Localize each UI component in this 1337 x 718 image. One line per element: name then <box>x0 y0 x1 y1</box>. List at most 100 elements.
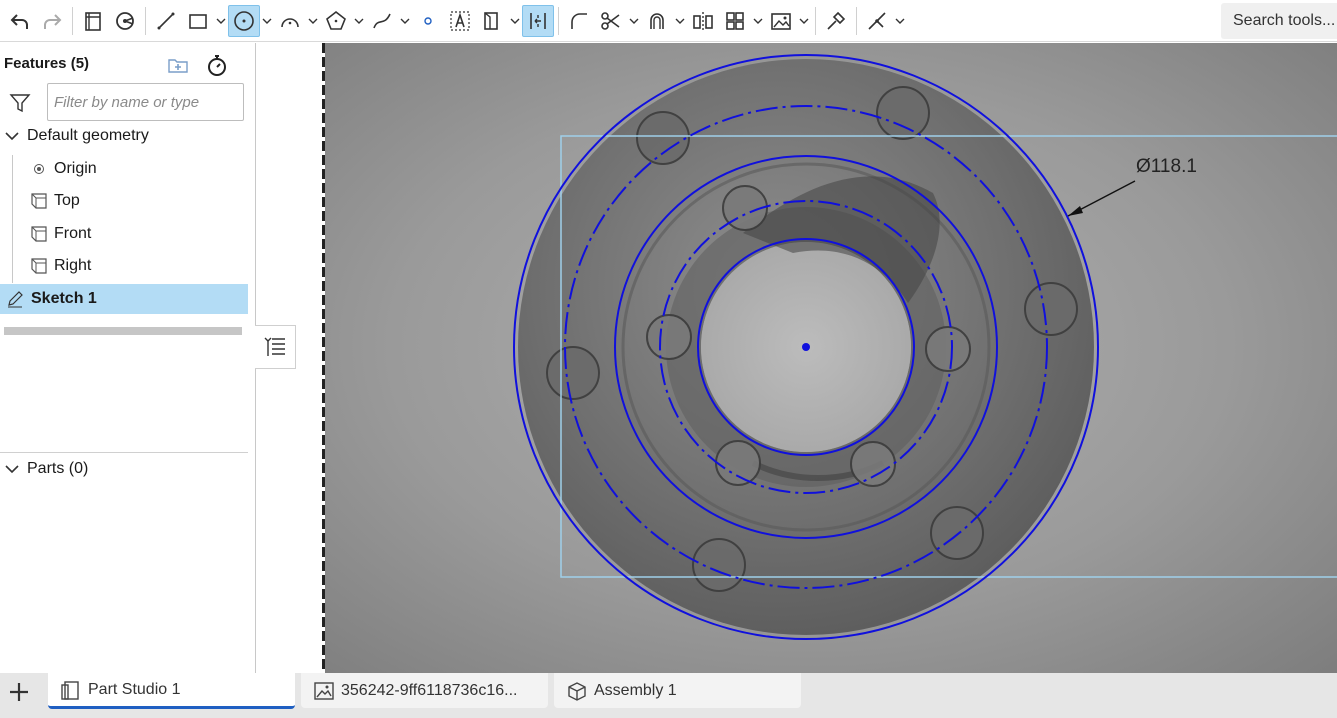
toggle-panel-button[interactable] <box>255 325 296 369</box>
center-point[interactable] <box>802 343 810 351</box>
arc-tool-button[interactable] <box>274 5 306 37</box>
chevron-down-icon <box>5 465 19 474</box>
insert-image-button[interactable] <box>765 5 797 37</box>
chevron-down-icon <box>753 18 763 24</box>
chevron-down-icon <box>354 18 364 24</box>
tree-item-origin[interactable]: Origin <box>32 154 97 184</box>
filter-icon[interactable] <box>8 91 32 115</box>
chevron-down-icon <box>675 18 685 24</box>
fillet-tool-button[interactable] <box>563 5 595 37</box>
tab-label: Assembly 1 <box>594 681 677 699</box>
variable-icon <box>116 11 134 30</box>
chevron-down-icon <box>216 18 226 24</box>
chevron-down-icon <box>629 18 639 24</box>
transform-tool-button[interactable] <box>820 5 852 37</box>
viewport-border <box>322 43 325 673</box>
rectangle-options-dropdown[interactable] <box>214 5 228 37</box>
graphics-viewport[interactable]: Ø118.1 <box>323 43 1337 673</box>
circle-tool-button[interactable] <box>228 4 260 37</box>
origin-icon <box>34 164 44 174</box>
text-icon <box>450 10 470 31</box>
onshape-window: Search tools... Features (5) Default geo… <box>0 0 1337 718</box>
feature-list-button[interactable] <box>77 5 109 37</box>
offset-tool-button[interactable] <box>641 5 673 37</box>
constraint-tool-button[interactable] <box>861 5 893 37</box>
chevron-down-icon <box>895 18 905 24</box>
chevron-down-icon <box>5 132 19 141</box>
rollback-bar[interactable] <box>4 327 242 335</box>
tree-guide-line <box>12 155 13 283</box>
construction-icon <box>484 11 498 30</box>
image-icon <box>771 12 791 30</box>
image-icon <box>314 681 334 700</box>
text-tool-button[interactable] <box>444 5 476 37</box>
rectangle-tool-button[interactable] <box>182 5 214 37</box>
tree-item-label: Right <box>54 257 92 274</box>
dimension-label[interactable]: Ø118.1 <box>1136 156 1197 177</box>
tree-item-right[interactable]: Right <box>30 251 91 281</box>
plus-icon <box>10 683 28 701</box>
transform-icon <box>827 11 846 30</box>
chevron-down-icon <box>400 18 410 24</box>
scissors-icon <box>601 11 620 30</box>
dimension-icon <box>530 12 546 29</box>
part-studio-icon <box>61 680 79 700</box>
constraint-options-dropdown[interactable] <box>893 5 907 37</box>
dimension-tool-button[interactable] <box>522 4 554 37</box>
tab-image[interactable]: 356242-9ff6118736c16... <box>301 673 548 708</box>
assembly-icon <box>568 681 586 701</box>
pattern-options-dropdown[interactable] <box>751 5 765 37</box>
tree-item-label: Top <box>54 192 80 209</box>
redo-button[interactable] <box>36 5 68 37</box>
add-tab-button[interactable] <box>0 673 38 711</box>
tree-item-top[interactable]: Top <box>30 186 80 216</box>
tree-item-label: Sketch 1 <box>31 290 97 307</box>
list-toggle-icon <box>264 337 285 356</box>
toolbar-separator <box>558 6 559 35</box>
chevron-down-icon <box>308 18 318 24</box>
circle-options-dropdown[interactable] <box>260 5 274 37</box>
line-tool-button[interactable] <box>150 5 182 37</box>
offset-options-dropdown[interactable] <box>673 5 687 37</box>
arc-options-dropdown[interactable] <box>306 5 320 37</box>
polygon-options-dropdown[interactable] <box>352 5 366 37</box>
toolbar-separator <box>72 6 73 35</box>
default-geometry-group[interactable]: Default geometry <box>4 121 149 151</box>
chevron-down-icon <box>799 18 809 24</box>
variable-button[interactable] <box>109 5 141 37</box>
trim-tool-button[interactable] <box>595 5 627 37</box>
circle-icon <box>234 10 254 31</box>
tab-part-studio-1[interactable]: Part Studio 1 <box>48 673 295 709</box>
filter-input[interactable] <box>47 83 244 121</box>
undo-button[interactable] <box>4 5 36 37</box>
stopwatch-icon[interactable] <box>205 53 229 77</box>
plane-icon <box>31 226 47 242</box>
image-options-dropdown[interactable] <box>797 5 811 37</box>
mirror-icon <box>693 11 713 30</box>
trim-options-dropdown[interactable] <box>627 5 641 37</box>
polygon-tool-button[interactable] <box>320 5 352 37</box>
tree-item-label: Origin <box>54 160 97 177</box>
arc-icon <box>281 17 299 27</box>
search-tools-button[interactable]: Search tools... <box>1221 3 1337 39</box>
pattern-tool-button[interactable] <box>719 5 751 37</box>
add-folder-icon[interactable] <box>166 53 190 77</box>
plane-icon <box>31 193 47 209</box>
toolbar-separator <box>145 6 146 35</box>
spline-options-dropdown[interactable] <box>398 5 412 37</box>
tree-item-sketch-1[interactable]: Sketch 1 <box>0 284 248 314</box>
tab-label: Part Studio 1 <box>88 680 181 698</box>
point-icon <box>424 16 432 25</box>
spline-tool-button[interactable] <box>366 5 398 37</box>
tree-item-front[interactable]: Front <box>30 219 91 249</box>
construction-options-dropdown[interactable] <box>508 5 522 37</box>
point-tool-button[interactable] <box>412 5 444 37</box>
toolbar <box>0 0 1337 42</box>
tab-assembly-1[interactable]: Assembly 1 <box>554 673 801 708</box>
construction-tool-button[interactable] <box>476 5 508 37</box>
default-geometry-label: Default geometry <box>27 127 149 144</box>
mirror-tool-button[interactable] <box>687 5 719 37</box>
parts-group[interactable]: Parts (0) <box>4 454 88 484</box>
rectangle-icon <box>189 13 207 29</box>
toolbar-separator <box>815 6 816 35</box>
